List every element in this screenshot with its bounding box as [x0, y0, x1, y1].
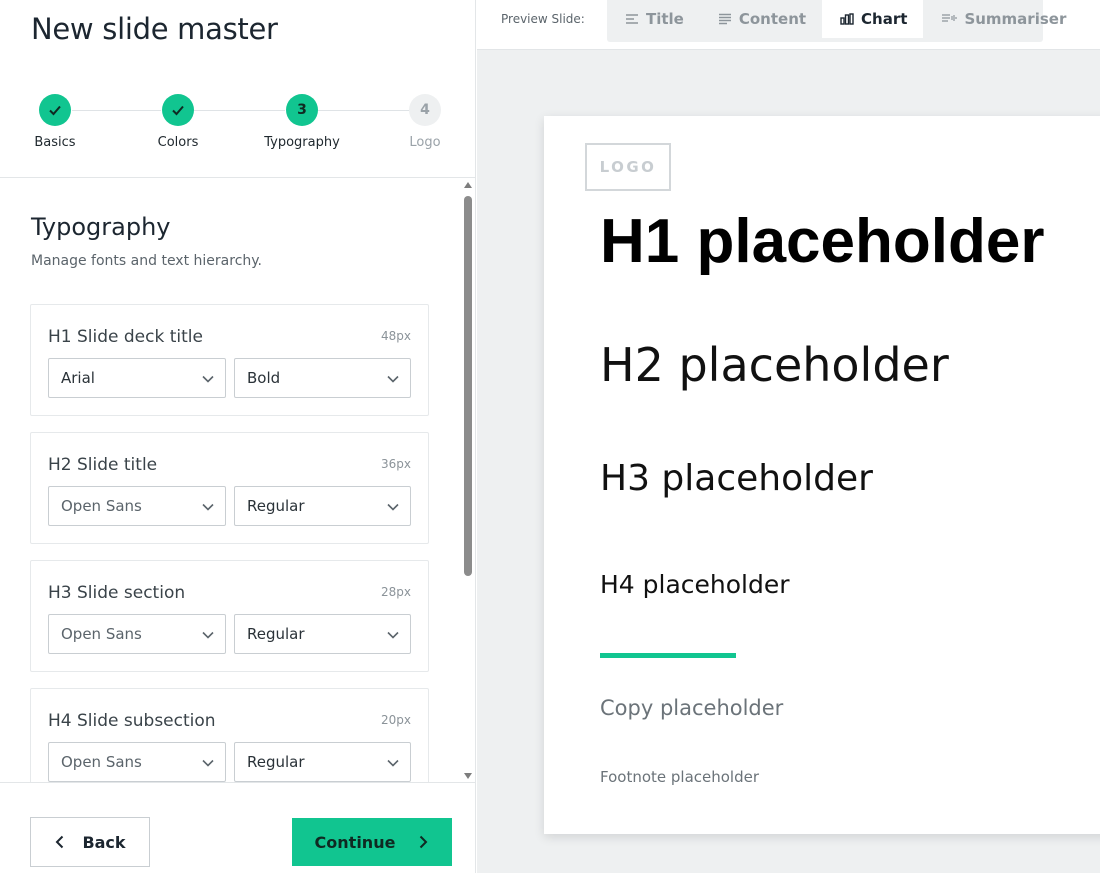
- tab-summariser[interactable]: Summariser: [923, 0, 1082, 38]
- chevron-down-icon: [202, 503, 214, 511]
- chevron-down-icon: [202, 631, 214, 639]
- font-family-select[interactable]: Open Sans: [48, 486, 226, 526]
- chevron-down-icon: [387, 503, 399, 511]
- summary-icon: [942, 14, 958, 22]
- preview-panel: Preview Slide: Title Content Chart Summa…: [477, 0, 1100, 873]
- font-size-label: 28px: [381, 585, 411, 599]
- preview-label: Preview Slide:: [501, 12, 585, 26]
- continue-button[interactable]: Continue: [292, 818, 452, 866]
- select-value: Open Sans: [61, 753, 142, 771]
- step-typography[interactable]: 3 Typography: [252, 94, 352, 150]
- chevron-down-icon: [387, 375, 399, 383]
- font-family-select[interactable]: Arial: [48, 358, 226, 398]
- title-lines-icon: [626, 14, 638, 24]
- font-size-label: 48px: [381, 329, 411, 343]
- tab-label: Content: [738, 10, 807, 28]
- card-title: H4 Slide subsection: [48, 711, 216, 731]
- step-label: Logo: [409, 135, 441, 150]
- content-lines-icon: [718, 13, 731, 25]
- card-title: H3 Slide section: [48, 583, 186, 603]
- font-weight-select[interactable]: Bold: [234, 358, 411, 398]
- step-label: Typography: [264, 135, 340, 150]
- typography-card-h3: H3 Slide section 28px Open Sans Regular: [30, 560, 429, 672]
- font-size-label: 36px: [381, 457, 411, 471]
- copy-placeholder: Copy placeholder: [600, 696, 784, 720]
- select-value: Regular: [247, 753, 305, 771]
- select-value: Bold: [247, 369, 281, 387]
- tab-label: Chart: [861, 10, 908, 28]
- continue-button-label: Continue: [314, 832, 396, 852]
- back-button-label: Back: [82, 832, 126, 852]
- section-title: Typography: [31, 213, 171, 241]
- h4-placeholder: H4 placeholder: [600, 570, 790, 599]
- step-colors[interactable]: Colors: [128, 94, 228, 150]
- font-family-select[interactable]: Open Sans: [48, 742, 226, 782]
- check-icon: [162, 94, 194, 126]
- chevron-down-icon: [202, 375, 214, 383]
- footnote-placeholder: Footnote placeholder: [600, 768, 760, 786]
- back-button[interactable]: Back: [30, 817, 150, 867]
- h3-placeholder: H3 placeholder: [600, 458, 873, 499]
- step-label: Basics: [34, 135, 76, 150]
- chevron-down-icon: [387, 759, 399, 767]
- step-label: Colors: [157, 135, 199, 150]
- font-weight-select[interactable]: Regular: [234, 742, 411, 782]
- typography-card-h2: H2 Slide title 36px Open Sans Regular: [30, 432, 429, 544]
- card-title: H2 Slide title: [48, 455, 158, 475]
- page-title: New slide master: [31, 12, 278, 46]
- step-number: 3: [286, 94, 318, 126]
- logo-placeholder: LOGO: [585, 143, 671, 191]
- check-icon: [39, 94, 71, 126]
- scroll-up-arrow-icon[interactable]: [464, 182, 472, 188]
- select-value: Regular: [247, 625, 305, 643]
- scrollbar-thumb[interactable]: [464, 196, 472, 576]
- typography-card-h4: H4 Slide subsection 20px Open Sans Regul…: [30, 688, 429, 782]
- chevron-down-icon: [202, 759, 214, 767]
- select-value: Arial: [61, 369, 95, 387]
- tab-label: Summariser: [964, 10, 1067, 28]
- tab-chart[interactable]: Chart: [822, 0, 924, 38]
- bar-chart-icon: [840, 13, 854, 25]
- card-title: H1 Slide deck title: [48, 327, 203, 347]
- tab-label: Title: [646, 10, 684, 28]
- step-logo[interactable]: 4 Logo: [375, 94, 475, 150]
- step-number: 4: [409, 94, 441, 126]
- typography-form: Typography Manage fonts and text hierarc…: [0, 178, 476, 782]
- slide-preview: LOGO H1 placeholder H2 placeholder H3 pl…: [544, 116, 1100, 834]
- stepper: Basics Colors 3 Typography 4 Logo: [0, 94, 476, 164]
- chevron-left-icon: [56, 835, 64, 849]
- divider: [0, 782, 476, 783]
- scroll-down-arrow-icon[interactable]: [464, 773, 472, 779]
- tab-title[interactable]: Title: [607, 0, 700, 38]
- h2-placeholder: H2 placeholder: [600, 338, 949, 392]
- typography-card-h1: H1 Slide deck title 48px Arial Bold: [30, 304, 429, 416]
- select-value: Regular: [247, 497, 305, 515]
- section-subtitle: Manage fonts and text hierarchy.: [31, 253, 262, 269]
- select-value: Open Sans: [61, 497, 142, 515]
- accent-divider: [600, 653, 736, 658]
- font-weight-select[interactable]: Regular: [234, 486, 411, 526]
- step-basics[interactable]: Basics: [5, 94, 105, 150]
- scrollbar[interactable]: [462, 178, 474, 782]
- chevron-right-icon: [420, 835, 428, 849]
- font-size-label: 20px: [381, 713, 411, 727]
- wizard-panel: New slide master Basics Colors 3 Typogra…: [0, 0, 476, 873]
- preview-tabs: Title Content Chart Summariser: [607, 0, 1066, 42]
- chevron-down-icon: [387, 631, 399, 639]
- font-weight-select[interactable]: Regular: [234, 614, 411, 654]
- font-family-select[interactable]: Open Sans: [48, 614, 226, 654]
- h1-placeholder: H1 placeholder: [600, 207, 1045, 276]
- tab-content[interactable]: Content: [700, 0, 822, 38]
- select-value: Open Sans: [61, 625, 142, 643]
- preview-toolbar: Preview Slide: Title Content Chart Summa…: [477, 0, 1100, 50]
